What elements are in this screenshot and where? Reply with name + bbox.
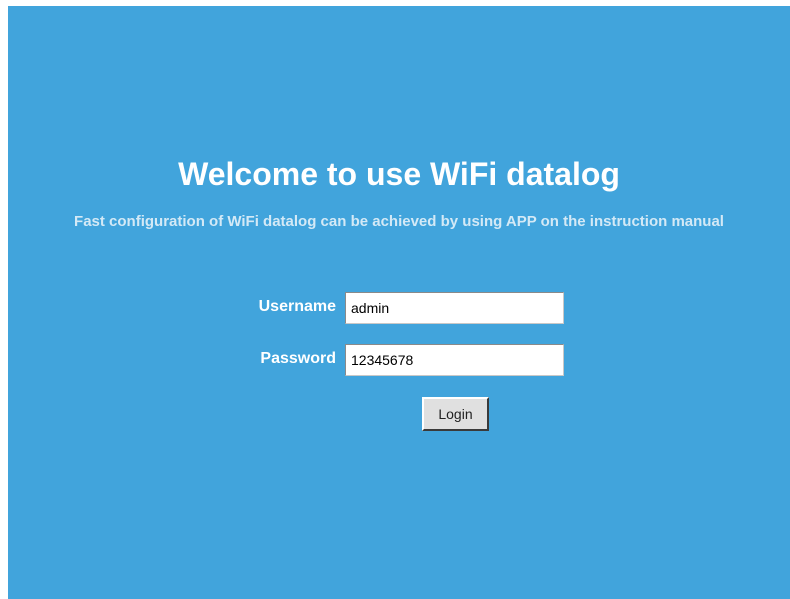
login-page: Welcome to use WiFi datalog Fast configu… xyxy=(8,6,790,599)
username-input[interactable] xyxy=(345,292,564,324)
page-title: Welcome to use WiFi datalog xyxy=(178,156,620,192)
login-button[interactable]: Login xyxy=(422,397,489,431)
username-label: Username xyxy=(258,298,336,315)
password-input[interactable] xyxy=(345,344,564,376)
page-subtitle: Fast configuration of WiFi datalog can b… xyxy=(74,213,724,230)
password-label: Password xyxy=(260,350,336,367)
